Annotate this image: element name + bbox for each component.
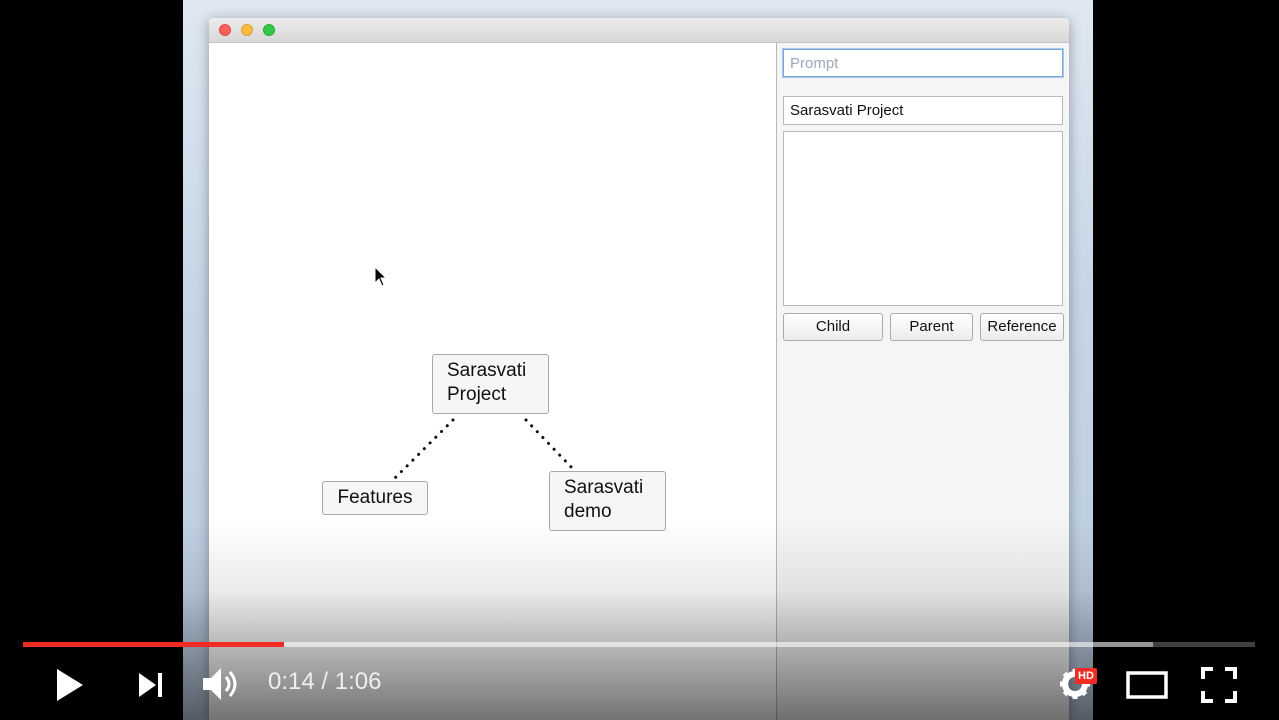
- app-window: Sarasvati Project Features Sarasvati dem…: [209, 18, 1069, 720]
- edge-root-features: [392, 418, 455, 481]
- node-label-line: Sarasvati: [447, 360, 527, 381]
- node-label-line: Features: [337, 487, 413, 508]
- fullscreen-icon[interactable]: [1201, 667, 1237, 703]
- play-icon[interactable]: [55, 668, 85, 702]
- prompt-input[interactable]: [783, 49, 1063, 77]
- hd-badge: HD: [1075, 668, 1097, 684]
- node-label-line: demo: [564, 501, 612, 522]
- theater-mode-icon[interactable]: [1126, 670, 1168, 700]
- duration: 1:06: [334, 668, 382, 695]
- edge-root-demo: [524, 418, 577, 473]
- node-sarasvati-demo[interactable]: Sarasvati demo: [549, 471, 666, 531]
- node-features[interactable]: Features: [322, 481, 428, 515]
- add-parent-button[interactable]: Parent: [890, 313, 973, 341]
- minimize-window-button[interactable]: [241, 24, 253, 36]
- maximize-window-button[interactable]: [263, 24, 275, 36]
- node-label-line: Project: [447, 384, 507, 405]
- time-display: 0:14 / 1:06: [268, 668, 381, 696]
- node-body-textarea[interactable]: [783, 131, 1063, 306]
- video-progress-bar[interactable]: [23, 642, 1255, 647]
- graph-canvas[interactable]: Sarasvati Project Features Sarasvati dem…: [209, 43, 776, 720]
- node-title-input[interactable]: [783, 96, 1063, 125]
- properties-panel: Child Parent Reference: [777, 43, 1069, 720]
- node-sarasvati-project[interactable]: Sarasvati Project: [432, 354, 549, 414]
- add-child-button[interactable]: Child: [783, 313, 883, 341]
- volume-icon[interactable]: [201, 664, 243, 704]
- current-time: 0:14: [268, 668, 315, 695]
- close-window-button[interactable]: [219, 24, 231, 36]
- mouse-pointer-icon: [374, 266, 388, 287]
- node-label-line: Sarasvati: [564, 477, 644, 498]
- time-separator: /: [314, 668, 335, 695]
- add-reference-button[interactable]: Reference: [980, 313, 1064, 341]
- played-bar: [23, 642, 285, 647]
- next-icon[interactable]: [137, 671, 165, 699]
- window-titlebar: [209, 18, 1069, 43]
